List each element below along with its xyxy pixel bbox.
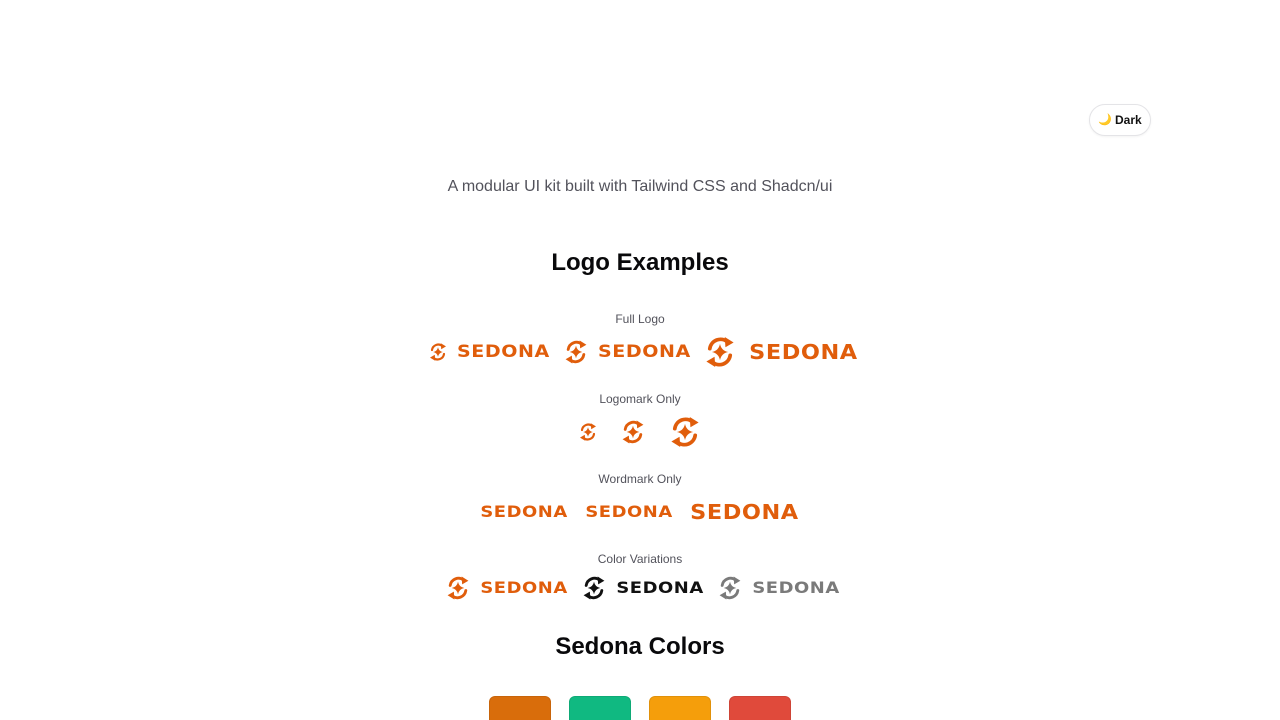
logo-gray: SEDONA bbox=[717, 575, 839, 601]
logo-examples-heading: Logo Examples bbox=[551, 249, 729, 276]
sedona-wordmark-large: SEDONA bbox=[689, 500, 799, 524]
page: 🌙 Dark A modular UI kit built with Tailw… bbox=[0, 0, 1280, 720]
color-swatch-primary[interactable] bbox=[489, 696, 551, 720]
sedona-logomark-icon bbox=[671, 417, 699, 447]
color-swatches bbox=[0, 696, 1280, 720]
sedona-wordmark-small: SEDONA bbox=[480, 502, 569, 521]
logomark-small bbox=[578, 422, 598, 442]
sedona-wordmark: SEDONA bbox=[480, 578, 568, 597]
color-variations-label: Color Variations bbox=[597, 552, 683, 566]
full-logo-medium: SEDONA bbox=[563, 339, 690, 365]
moon-icon: 🌙 bbox=[1098, 113, 1112, 126]
color-swatch-green[interactable] bbox=[569, 696, 631, 720]
sedona-logomark-icon bbox=[706, 337, 734, 367]
sedona-colors-heading: Sedona Colors bbox=[555, 633, 725, 660]
color-swatch-amber[interactable] bbox=[649, 696, 711, 720]
theme-toggle-button[interactable]: 🌙 Dark bbox=[1089, 104, 1151, 136]
full-logo-small: SEDONA bbox=[428, 342, 549, 362]
sedona-wordmark: SEDONA bbox=[752, 578, 840, 597]
theme-toggle-label: Dark bbox=[1115, 113, 1142, 127]
logomark-row bbox=[0, 414, 1280, 450]
logomark-large bbox=[668, 415, 702, 449]
logo-brand-color: SEDONA bbox=[445, 575, 567, 601]
sedona-logomark-icon bbox=[719, 576, 741, 600]
logo-black: SEDONA bbox=[581, 575, 703, 601]
page-subtitle: A modular UI kit built with Tailwind CSS… bbox=[447, 178, 833, 195]
sedona-logomark-icon bbox=[447, 576, 469, 600]
sedona-logomark-icon bbox=[565, 340, 586, 364]
full-logo-label: Full Logo bbox=[615, 312, 665, 326]
wordmark-row: SEDONA SEDONA SEDONA bbox=[0, 498, 1280, 526]
full-logo-row: SEDONA SEDONA SEDONA bbox=[0, 336, 1280, 368]
color-variations-row: SEDONA SEDONA SEDONA bbox=[0, 574, 1280, 602]
sedona-logomark-icon bbox=[429, 343, 446, 361]
sedona-wordmark: SEDONA bbox=[456, 341, 550, 362]
color-swatch-red[interactable] bbox=[729, 696, 791, 720]
sedona-wordmark: SEDONA bbox=[597, 341, 691, 362]
sedona-wordmark-medium: SEDONA bbox=[584, 502, 673, 521]
sedona-logomark-icon bbox=[622, 420, 644, 444]
logomark-only-label: Logomark Only bbox=[599, 392, 681, 406]
wordmark-only-label: Wordmark Only bbox=[598, 472, 682, 486]
sedona-wordmark: SEDONA bbox=[749, 340, 859, 364]
full-logo-large: SEDONA bbox=[703, 335, 858, 369]
sedona-wordmark: SEDONA bbox=[616, 578, 704, 597]
logomark-medium bbox=[620, 419, 646, 445]
sedona-logomark-icon bbox=[583, 576, 605, 600]
sedona-logomark-icon bbox=[580, 423, 596, 441]
